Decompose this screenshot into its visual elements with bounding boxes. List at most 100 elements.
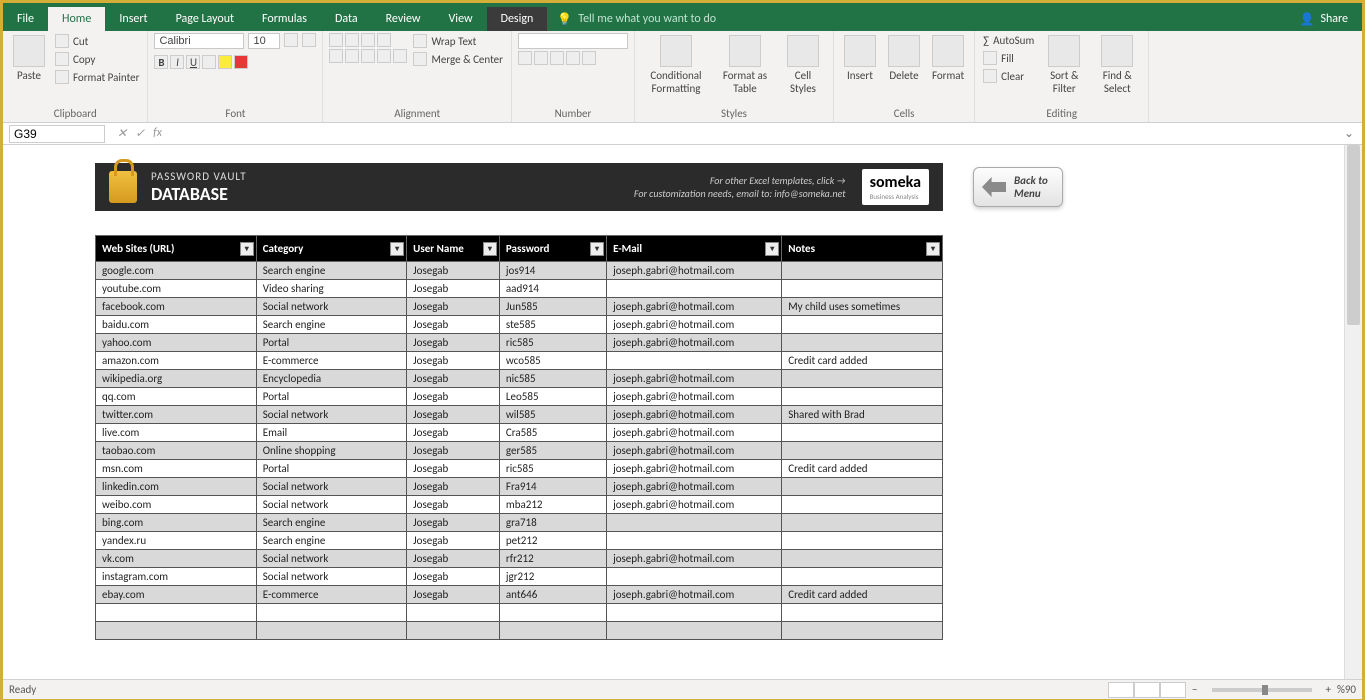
cell[interactable] bbox=[782, 388, 943, 406]
paste-button[interactable]: Paste bbox=[9, 33, 49, 84]
decrease-font-icon[interactable] bbox=[302, 33, 316, 47]
align-right-icon[interactable] bbox=[361, 49, 375, 63]
cell[interactable]: weibo.com bbox=[96, 496, 257, 514]
tab-home[interactable]: Home bbox=[48, 7, 105, 31]
cell[interactable]: joseph.gabri@hotmail.com bbox=[607, 388, 782, 406]
table-row[interactable] bbox=[96, 622, 943, 640]
zoom-in-button[interactable]: + bbox=[1320, 683, 1337, 696]
cell[interactable]: joseph.gabri@hotmail.com bbox=[607, 478, 782, 496]
format-painter-button[interactable]: Format Painter bbox=[53, 69, 141, 85]
fill-button[interactable]: Fill bbox=[981, 50, 1036, 66]
fx-icon[interactable]: fx bbox=[153, 126, 162, 141]
align-middle-icon[interactable] bbox=[345, 33, 359, 47]
cell[interactable] bbox=[782, 514, 943, 532]
border-button[interactable] bbox=[202, 55, 216, 69]
cell[interactable]: Josegab bbox=[407, 262, 500, 280]
increase-font-icon[interactable] bbox=[284, 33, 298, 47]
cell[interactable] bbox=[607, 514, 782, 532]
table-row[interactable]: weibo.comSocial networkJosegabmba212jose… bbox=[96, 496, 943, 514]
filter-dropdown-icon[interactable]: ▾ bbox=[240, 242, 254, 256]
cell[interactable]: mba212 bbox=[499, 496, 606, 514]
indent-dec-icon[interactable] bbox=[377, 49, 391, 63]
zoom-slider[interactable] bbox=[1212, 688, 1312, 692]
cell[interactable] bbox=[782, 442, 943, 460]
cell[interactable]: joseph.gabri@hotmail.com bbox=[607, 424, 782, 442]
view-page-layout-button[interactable] bbox=[1134, 682, 1160, 698]
cell[interactable]: joseph.gabri@hotmail.com bbox=[607, 442, 782, 460]
cell[interactable]: Video sharing bbox=[256, 280, 406, 298]
cell[interactable] bbox=[607, 352, 782, 370]
clear-button[interactable]: Clear bbox=[981, 68, 1036, 84]
col-header-4[interactable]: E-Mail▾ bbox=[607, 236, 782, 262]
cell[interactable]: joseph.gabri@hotmail.com bbox=[607, 550, 782, 568]
back-to-menu-button[interactable]: Back toMenu bbox=[973, 167, 1063, 207]
cell[interactable]: pet212 bbox=[499, 532, 606, 550]
cell-styles-button[interactable]: Cell Styles bbox=[779, 33, 827, 97]
cell[interactable] bbox=[782, 550, 943, 568]
cell[interactable]: jgr212 bbox=[499, 568, 606, 586]
cell[interactable] bbox=[96, 604, 257, 622]
zoom-level[interactable]: %90 bbox=[1337, 683, 1356, 696]
underline-button[interactable]: U bbox=[186, 55, 200, 69]
cell[interactable]: wikipedia.org bbox=[96, 370, 257, 388]
cell[interactable]: joseph.gabri@hotmail.com bbox=[607, 586, 782, 604]
cell[interactable]: Portal bbox=[256, 460, 406, 478]
cell[interactable] bbox=[256, 622, 406, 640]
tab-view[interactable]: View bbox=[435, 7, 487, 31]
cell[interactable]: Jun585 bbox=[499, 298, 606, 316]
cell[interactable]: Shared with Brad bbox=[782, 406, 943, 424]
cell[interactable] bbox=[499, 604, 606, 622]
cell[interactable]: joseph.gabri@hotmail.com bbox=[607, 406, 782, 424]
cell[interactable]: Josegab bbox=[407, 496, 500, 514]
cell[interactable]: facebook.com bbox=[96, 298, 257, 316]
table-row[interactable]: live.comEmailJosegabCra585joseph.gabri@h… bbox=[96, 424, 943, 442]
cell[interactable] bbox=[607, 280, 782, 298]
align-top-icon[interactable] bbox=[329, 33, 343, 47]
cell[interactable]: Josegab bbox=[407, 406, 500, 424]
tab-data[interactable]: Data bbox=[321, 7, 372, 31]
cell[interactable]: Josegab bbox=[407, 478, 500, 496]
cell[interactable]: Fra914 bbox=[499, 478, 606, 496]
cell[interactable]: Credit card added bbox=[782, 352, 943, 370]
expand-fbar-icon[interactable]: ⌄ bbox=[1336, 126, 1362, 141]
cell[interactable] bbox=[782, 424, 943, 442]
vertical-scrollbar[interactable] bbox=[1344, 145, 1362, 679]
merge-center-button[interactable]: Merge & Center bbox=[411, 51, 505, 67]
cell[interactable]: Social network bbox=[256, 406, 406, 424]
zoom-out-button[interactable]: − bbox=[1186, 683, 1203, 696]
cell[interactable]: joseph.gabri@hotmail.com bbox=[607, 370, 782, 388]
cell[interactable]: ste585 bbox=[499, 316, 606, 334]
cancel-fx-icon[interactable]: ✕ bbox=[117, 126, 127, 141]
cell[interactable]: Email bbox=[256, 424, 406, 442]
cell[interactable]: Social network bbox=[256, 496, 406, 514]
cell[interactable]: jos914 bbox=[499, 262, 606, 280]
cell[interactable]: nic585 bbox=[499, 370, 606, 388]
percent-icon[interactable] bbox=[534, 51, 548, 65]
cell[interactable]: wil585 bbox=[499, 406, 606, 424]
currency-icon[interactable] bbox=[518, 51, 532, 65]
cell[interactable] bbox=[607, 622, 782, 640]
cell[interactable]: instagram.com bbox=[96, 568, 257, 586]
fill-color-button[interactable] bbox=[218, 55, 232, 69]
font-color-button[interactable] bbox=[234, 55, 248, 69]
orientation-icon[interactable] bbox=[377, 33, 391, 47]
cell[interactable]: vk.com bbox=[96, 550, 257, 568]
cell[interactable]: Social network bbox=[256, 550, 406, 568]
cell[interactable]: gra718 bbox=[499, 514, 606, 532]
format-as-table-button[interactable]: Format as Table bbox=[715, 33, 775, 97]
dec-decimal-icon[interactable] bbox=[582, 51, 596, 65]
table-row[interactable]: facebook.comSocial networkJosegabJun585j… bbox=[96, 298, 943, 316]
cell[interactable]: Josegab bbox=[407, 352, 500, 370]
cell[interactable]: joseph.gabri@hotmail.com bbox=[607, 298, 782, 316]
cell[interactable]: twitter.com bbox=[96, 406, 257, 424]
cell[interactable]: Josegab bbox=[407, 514, 500, 532]
table-row[interactable]: linkedin.comSocial networkJosegabFra914j… bbox=[96, 478, 943, 496]
cell[interactable]: wco585 bbox=[499, 352, 606, 370]
col-header-2[interactable]: User Name▾ bbox=[407, 236, 500, 262]
filter-dropdown-icon[interactable]: ▾ bbox=[765, 242, 779, 256]
cell[interactable]: Josegab bbox=[407, 586, 500, 604]
cell[interactable]: Josegab bbox=[407, 532, 500, 550]
number-format-combo[interactable] bbox=[518, 33, 628, 49]
cell[interactable]: Josegab bbox=[407, 550, 500, 568]
align-left-icon[interactable] bbox=[329, 49, 343, 63]
